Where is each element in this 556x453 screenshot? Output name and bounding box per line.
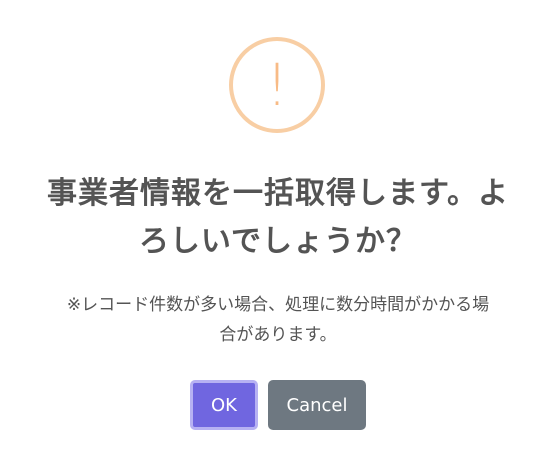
- warning-icon: !: [229, 37, 325, 133]
- dialog-actions: OK Cancel: [0, 380, 556, 430]
- cancel-button[interactable]: Cancel: [268, 380, 366, 430]
- ok-button[interactable]: OK: [190, 380, 258, 430]
- dialog-title-line-1: 事業者情報を一括取得します。よ: [47, 176, 509, 211]
- dialog-message: ※レコード件数が多い場合、処理に数分時間がかかる場 合があります。: [24, 290, 532, 350]
- dialog-title: 事業者情報を一括取得します。よ ろしいでしょうか？: [24, 170, 532, 266]
- dialog-message-line-1: ※レコード件数が多い場合、処理に数分時間がかかる場: [66, 295, 490, 315]
- confirm-dialog: ! 事業者情報を一括取得します。よ ろしいでしょうか？ ※レコード件数が多い場合…: [0, 0, 556, 453]
- exclamation-glyph: !: [265, 51, 289, 119]
- dialog-message-line-2: 合があります。: [219, 325, 337, 345]
- dialog-title-line-2: ろしいでしょうか？: [138, 224, 418, 259]
